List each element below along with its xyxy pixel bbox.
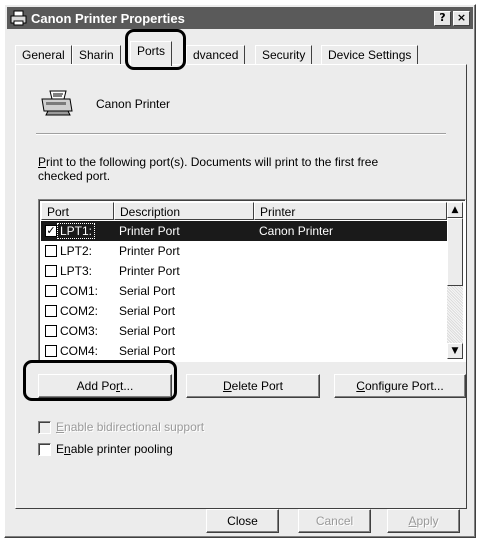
port-cell: LPT1: — [56, 223, 96, 239]
description-cell: Printer Port — [119, 224, 180, 238]
port-checkbox[interactable] — [45, 325, 57, 337]
mnemonic-letter: D — [222, 379, 232, 393]
port-cell: COM2: — [60, 304, 99, 318]
cancel-button[interactable]: Cancel — [298, 509, 371, 533]
pooling-label: Enable printer pooling — [56, 442, 173, 456]
mnemonic-letter: A — [408, 514, 417, 528]
description-cell: Printer Port — [119, 264, 180, 278]
port-cell: COM3: — [60, 324, 99, 338]
scroll-thumb[interactable] — [447, 218, 463, 286]
tab-security[interactable]: Security — [255, 45, 313, 65]
list-header: Port Description Printer — [41, 202, 447, 220]
list-rows: ✓ LPT1: Printer Port Canon Printer LPT2: Prin… — [41, 221, 447, 361]
list-item[interactable]: COM4: Serial Port — [41, 341, 447, 361]
divider — [36, 133, 446, 135]
description-cell: Serial Port — [119, 284, 176, 298]
ports-list[interactable]: Port Description Printer ✓ LPT1: Printer P… — [38, 199, 466, 362]
column-header-port[interactable]: Port — [41, 202, 114, 220]
port-cell: COM4: — [60, 344, 99, 358]
tab-general[interactable]: General — [15, 45, 72, 65]
port-cell: LPT2: — [60, 244, 93, 258]
port-checkbox[interactable] — [45, 265, 57, 277]
configure-port-button[interactable]: Configure Port... — [334, 374, 466, 398]
down-arrow-icon: ▼ — [451, 346, 459, 356]
description-cell: Printer Port — [119, 244, 180, 258]
printer-cell: Canon Printer — [259, 224, 334, 238]
apply-label: pply — [416, 514, 439, 528]
tab-label: General — [22, 48, 65, 62]
help-button[interactable]: ? — [434, 10, 451, 26]
delete-port-button[interactable]: Delete Port — [186, 374, 320, 398]
bidirectional-label: Enable bidirectional support — [56, 420, 204, 434]
list-item[interactable]: COM3: Serial Port — [41, 321, 447, 341]
tab-ports[interactable]: Ports — [130, 41, 173, 66]
list-item[interactable]: LPT2: Printer Port — [41, 241, 447, 261]
close-window-button[interactable]: × — [453, 10, 470, 26]
port-cell: COM1: — [60, 284, 99, 298]
cancel-label: Cancel — [315, 514, 354, 528]
window-title: Canon Printer Properties — [31, 10, 185, 26]
scroll-up-button[interactable]: ▲ — [447, 202, 463, 218]
port-checkbox[interactable] — [45, 285, 57, 297]
bidirectional-checkbox[interactable] — [38, 421, 51, 434]
close-button[interactable]: Close — [206, 509, 279, 533]
tab-advanced[interactable]: dvanced — [186, 45, 246, 65]
description-cell: Serial Port — [119, 344, 176, 358]
instructions-line2: checked port. — [38, 169, 111, 183]
delete-port-label: elete Port — [231, 379, 284, 393]
add-port-label-rest: t... — [120, 379, 134, 393]
port-checkbox[interactable]: ✓ — [45, 225, 57, 237]
mnemonic-letter: n — [64, 442, 71, 456]
tab-label: Device Settings — [328, 48, 412, 62]
tab-device-settings[interactable]: Device Settings — [321, 45, 419, 65]
mnemonic-letter: E — [56, 420, 65, 434]
tab-label: Ports — [137, 44, 166, 58]
description-cell: Serial Port — [119, 324, 176, 338]
column-header-description[interactable]: Description — [114, 202, 254, 220]
list-item[interactable]: ✓ LPT1: Printer Port Canon Printer — [41, 221, 447, 241]
add-port-button[interactable]: Add Port... — [38, 374, 172, 398]
port-checkbox[interactable] — [45, 245, 57, 257]
up-arrow-icon: ▲ — [451, 205, 459, 215]
printer-app-icon — [10, 10, 28, 26]
description-cell: Serial Port — [119, 304, 176, 318]
ports-panel: Canon Printer Print to the following por… — [15, 64, 467, 509]
tab-sharing[interactable]: Sharin — [72, 45, 121, 65]
apply-button[interactable]: Apply — [387, 509, 460, 533]
list-item[interactable]: COM1: Serial Port — [41, 281, 447, 301]
title-bar[interactable]: Canon Printer Properties ? × — [7, 7, 473, 29]
pooling-label-rest: able printer pooling — [70, 442, 173, 456]
tab-label: dvanced — [193, 48, 239, 62]
port-checkbox[interactable] — [45, 345, 57, 357]
port-checkbox[interactable] — [45, 305, 57, 317]
printer-icon — [40, 89, 74, 117]
mnemonic-letter: C — [356, 379, 365, 393]
port-instructions: Print to the following port(s). Document… — [38, 155, 448, 183]
close-label: Close — [227, 514, 258, 528]
tab-label: Sharin — [79, 48, 114, 62]
configure-port-label: onfigure Port... — [364, 379, 444, 393]
bidirectional-label-rest: nable bidirectional support — [64, 420, 205, 434]
pooling-checkbox[interactable] — [38, 443, 51, 456]
scroll-down-button[interactable]: ▼ — [447, 343, 463, 359]
printer-name: Canon Printer — [96, 97, 171, 111]
port-cell: LPT3: — [60, 264, 93, 278]
properties-window: Canon Printer Properties ? × General Sha… — [4, 4, 476, 538]
column-header-printer[interactable]: Printer — [254, 202, 447, 220]
add-port-label: Add Po — [76, 379, 117, 393]
pooling-label-start: E — [56, 442, 65, 456]
list-item[interactable]: LPT3: Printer Port — [41, 261, 447, 281]
list-item[interactable]: COM2: Serial Port — [41, 301, 447, 321]
instructions-line1: rint to the following port(s). Documents… — [46, 155, 379, 169]
vertical-scrollbar[interactable]: ▲ ▼ — [447, 202, 463, 359]
tab-label: Security — [262, 48, 306, 62]
mnemonic-letter: P — [38, 155, 47, 169]
